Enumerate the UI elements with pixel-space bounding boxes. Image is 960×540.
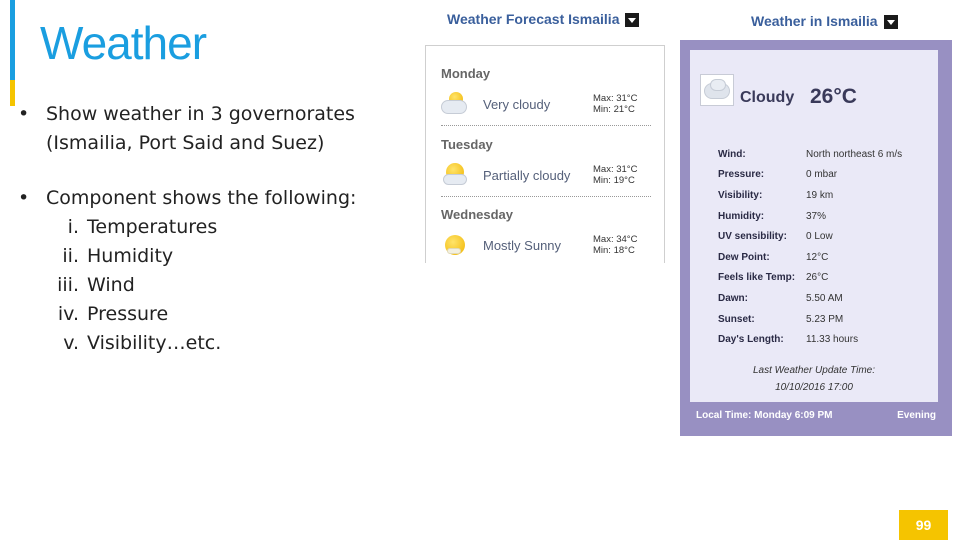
component-number: ii. <box>62 245 79 267</box>
bullet-item: • Component shows the following: <box>18 184 398 213</box>
component-number: iv. <box>57 303 79 325</box>
detail-row-day-length: Day's Length: 11.33 hours <box>718 329 902 350</box>
accent-bar-blue <box>10 0 15 80</box>
current-details-table: Wind: North northeast 6 m/s Pressure: 0 mb… <box>718 144 902 350</box>
component-item: iii. Wind <box>54 271 398 300</box>
component-item: ii. Humidity <box>54 242 398 271</box>
last-update-label: Last Weather Update Time: <box>752 365 875 376</box>
accent-bar-yellow <box>10 80 15 106</box>
forecast-day-tuesday: Tuesday Partially cloudy Max: 31°C Min: … <box>441 137 651 197</box>
sunny-icon <box>441 232 469 258</box>
day-name: Monday <box>441 66 491 81</box>
detail-row-pressure: Pressure: 0 mbar <box>718 165 902 186</box>
current-weather-title: Weather in Ismailia <box>751 13 878 29</box>
detail-value: 0 Low <box>806 231 833 243</box>
last-update-time: 10/10/2016 17:00 <box>775 382 853 393</box>
detail-value: North northeast 6 m/s <box>806 148 903 160</box>
component-list: i. Temperatures ii. Humidity iii. Wind iv. P… <box>54 213 398 358</box>
detail-label: Day's Length: <box>718 334 784 346</box>
current-weather-details: Cloudy 26°C Wind: North northeast 6 m/s P… <box>690 50 938 402</box>
slide-title: Weather <box>40 17 207 69</box>
detail-label: Sunset: <box>718 313 755 325</box>
detail-row-humidity: Humidity: 37% <box>718 206 902 227</box>
bullet-dot: • <box>18 187 30 209</box>
cloud-icon <box>700 74 734 106</box>
detail-label: Dawn: <box>718 292 748 304</box>
dropdown-arrow-icon[interactable] <box>625 13 640 27</box>
forecast-min: Min: 18°C <box>593 245 635 256</box>
forecast-max: Max: 31°C <box>593 93 638 104</box>
detail-label: Feels like Temp: <box>718 272 796 284</box>
current-temperature: 26°C <box>810 85 857 108</box>
detail-row-visibility: Visibility: 19 km <box>718 185 902 206</box>
forecast-temps: Max: 31°C Min: 21°C <box>593 93 637 115</box>
detail-value: 12°C <box>806 251 829 263</box>
detail-value: 5.50 AM <box>806 292 843 304</box>
forecast-condition: Partially cloudy <box>483 167 571 183</box>
component-label: Temperatures <box>87 216 218 238</box>
forecast-city-selector[interactable]: Weather Forecast Ismailia <box>447 11 640 27</box>
local-time: Local Time: Monday 6:09 PM <box>696 410 833 421</box>
current-city-selector[interactable]: Weather in Ismailia <box>751 13 898 29</box>
forecast-title: Weather Forecast Ismailia <box>447 11 620 27</box>
forecast-condition: Mostly Sunny <box>483 237 562 253</box>
forecast-min: Min: 19°C <box>593 175 635 186</box>
component-label: Visibility…etc. <box>87 332 222 354</box>
detail-value: 26°C <box>806 272 829 284</box>
forecast-temps: Max: 31°C Min: 19°C <box>593 164 637 186</box>
bullet-item: • Show weather in 3 governorates (Ismail… <box>18 100 398 158</box>
detail-value: 5.23 PM <box>806 313 844 325</box>
component-label: Pressure <box>87 303 169 325</box>
dropdown-arrow-icon[interactable] <box>883 15 898 29</box>
detail-row-dawn: Dawn: 5.50 AM <box>718 288 902 309</box>
detail-row-dew-point: Dew Point: 12°C <box>718 247 902 268</box>
bullet-dot: • <box>18 103 30 125</box>
detail-value: 0 mbar <box>806 169 838 181</box>
detail-label: Pressure: <box>718 169 765 181</box>
component-label: Wind <box>87 274 135 296</box>
component-number: v. <box>63 332 79 354</box>
forecast-temps: Max: 34°C Min: 18°C <box>593 234 637 256</box>
detail-value: 37% <box>806 210 827 222</box>
forecast-min: Min: 21°C <box>593 104 635 115</box>
day-name: Wednesday <box>441 207 514 222</box>
detail-row-uv: UV sensibility: 0 Low <box>718 226 902 247</box>
current-condition: Cloudy <box>740 89 795 106</box>
forecast-max: Max: 31°C <box>593 164 638 175</box>
component-item: i. Temperatures <box>54 213 398 242</box>
component-label: Humidity <box>87 245 174 267</box>
detail-value: 11.33 hours <box>806 334 859 346</box>
time-of-day: Evening <box>897 410 936 421</box>
component-number: i. <box>67 216 79 238</box>
current-weather-panel: Cloudy 26°C Wind: North northeast 6 m/s P… <box>680 40 952 436</box>
divider <box>441 125 651 126</box>
detail-label: Visibility: <box>718 189 763 201</box>
bullet-text: Component shows the following: <box>46 187 357 209</box>
partly-cloudy-icon <box>441 162 469 188</box>
component-item: v. Visibility…etc. <box>54 329 398 358</box>
detail-label: Wind: <box>718 148 746 160</box>
component-item: iv. Pressure <box>54 300 398 329</box>
detail-value: 19 km <box>806 189 834 201</box>
detail-row-wind: Wind: North northeast 6 m/s <box>718 144 902 165</box>
divider <box>441 196 651 197</box>
forecast-day-monday: Monday Very cloudy Max: 31°C Min: 21°C <box>441 66 651 126</box>
detail-label: Humidity: <box>718 210 765 222</box>
bullet-list: • Show weather in 3 governorates (Ismail… <box>18 100 398 358</box>
detail-label: Dew Point: <box>718 251 770 263</box>
forecast-condition: Very cloudy <box>483 96 551 112</box>
forecast-day-wednesday: Wednesday Mostly Sunny Max: 34°C Min: 18… <box>441 207 651 258</box>
day-name: Tuesday <box>441 137 493 152</box>
page-number: 99 <box>899 510 948 540</box>
detail-row-feels-like: Feels like Temp: 26°C <box>718 268 902 289</box>
forecast-panel: Monday Very cloudy Max: 31°C Min: 21°C T… <box>425 45 665 263</box>
forecast-max: Max: 34°C <box>593 234 638 245</box>
bullet-text: Show weather in 3 governorates (Ismailia… <box>46 103 355 154</box>
cloudy-icon <box>441 91 469 117</box>
detail-row-sunset: Sunset: 5.23 PM <box>718 309 902 330</box>
detail-label: UV sensibility: <box>718 231 787 243</box>
component-number: iii. <box>57 274 79 296</box>
